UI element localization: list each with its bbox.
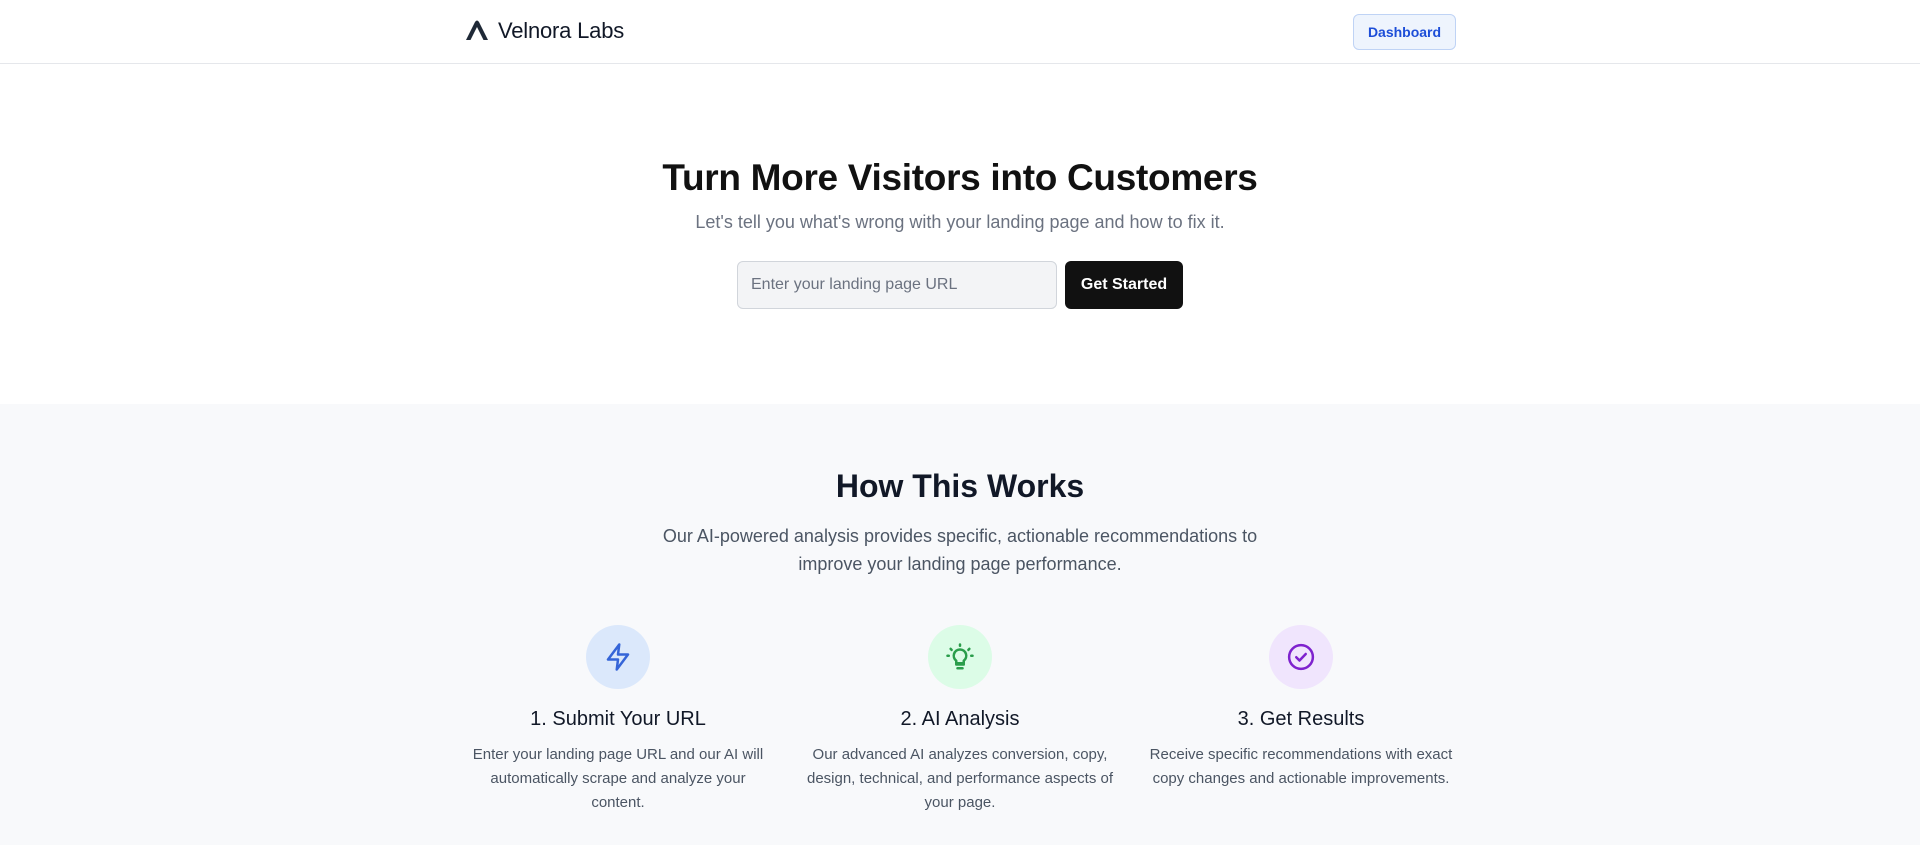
brand-name: Velnora Labs — [498, 18, 625, 43]
how-it-works-section: How This Works Our AI-powered analysis p… — [0, 404, 1920, 845]
hero-subtitle: Let's tell you what's wrong with your la… — [695, 212, 1225, 232]
lightning-bolt-icon — [606, 643, 630, 671]
get-started-button[interactable]: Get Started — [1065, 261, 1183, 309]
check-circle-icon — [1287, 643, 1315, 671]
step-description: Enter your landing page URL and our AI w… — [472, 746, 764, 811]
section-description: Our AI-powered analysis provides specifi… — [662, 526, 1258, 574]
logo-icon — [466, 20, 488, 40]
section-title: How This Works — [835, 468, 1085, 504]
url-input[interactable] — [737, 261, 1057, 309]
dashboard-button[interactable]: Dashboard — [1353, 14, 1456, 50]
step-card-analysis: 2. AI Analysis Our advanced AI analyzes … — [800, 625, 1120, 815]
brand[interactable]: Velnora Labs — [464, 14, 624, 48]
step-title: 3. Get Results — [1237, 708, 1365, 730]
site-header: Velnora Labs Dashboard — [0, 0, 1920, 64]
step-title: 1. Submit Your URL — [530, 708, 706, 730]
step-icon-container — [928, 625, 992, 689]
step-card-results: 3. Get Results Receive specific recommen… — [1141, 625, 1461, 791]
lightbulb-icon — [946, 643, 974, 670]
step-card-submit: 1. Submit Your URL Enter your landing pa… — [458, 625, 778, 815]
hero-section: Turn More Visitors into Customers Let's … — [0, 65, 1920, 404]
step-description: Our advanced AI analyzes conversion, cop… — [806, 746, 1113, 811]
step-description: Receive specific recommendations with ex… — [1149, 746, 1453, 787]
step-title: 2. AI Analysis — [900, 708, 1020, 730]
step-icon-container — [586, 625, 650, 689]
step-icon-container — [1269, 625, 1333, 689]
hero-title: Turn More Visitors into Customers — [662, 157, 1258, 198]
